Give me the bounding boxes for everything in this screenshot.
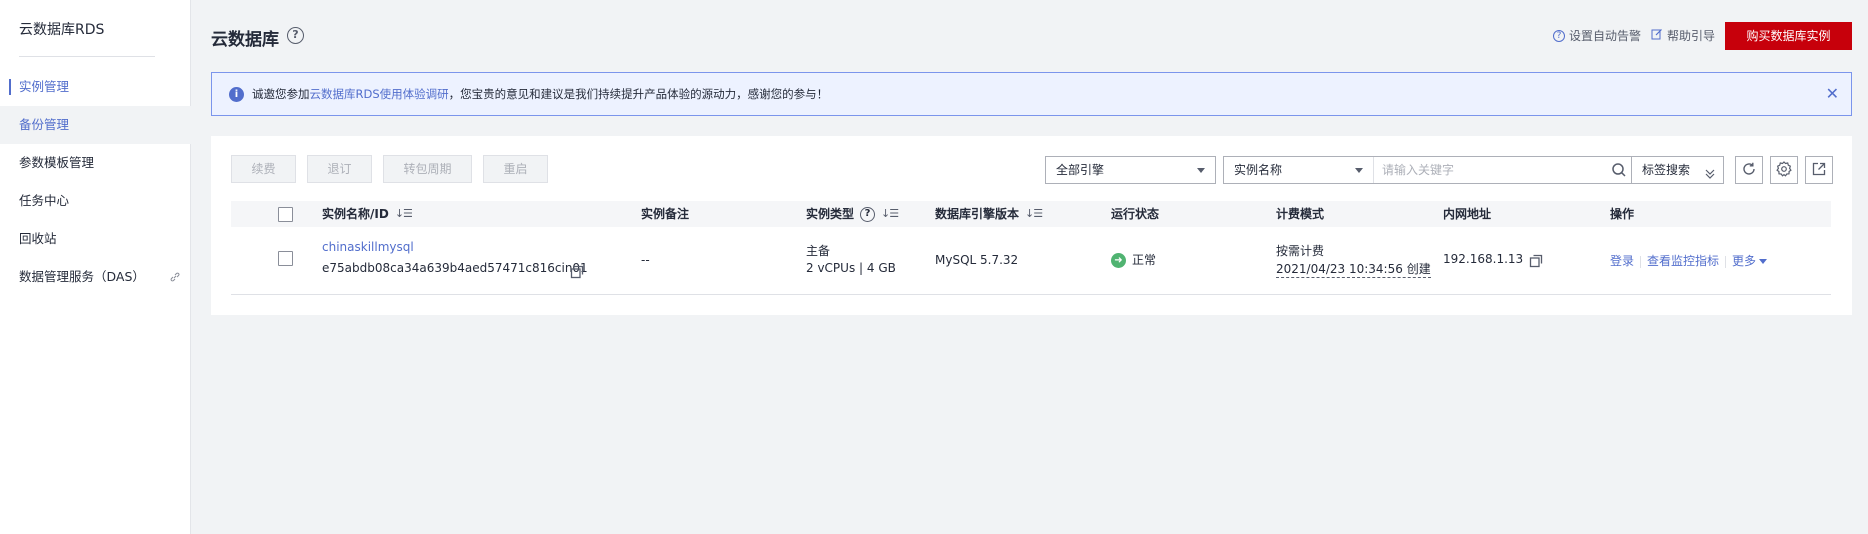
billing-created-text: 2021/04/23 10:34:56 创建 xyxy=(1276,262,1431,278)
col-remark: 实例备注 xyxy=(641,201,689,227)
sidebar-item-task-center[interactable]: 任务中心 xyxy=(0,182,191,220)
refresh-button[interactable] xyxy=(1735,156,1763,184)
search-field-value: 实例名称 xyxy=(1234,163,1283,177)
instance-remark: -- xyxy=(641,253,650,267)
survey-notice: i 诚邀您参加云数据库RDS使用体验调研，您宝贵的意见和建议是我们持续提升产品体… xyxy=(211,72,1852,116)
engine-select[interactable]: 全部引擎 xyxy=(1045,156,1216,184)
caret-down-icon xyxy=(1759,259,1768,264)
billing-created: 2021/04/23 10:34:56 创建 xyxy=(1276,260,1431,278)
search-field-select[interactable]: 实例名称 xyxy=(1224,157,1374,183)
sort-icon[interactable]: ↓☰ xyxy=(1025,201,1043,227)
engine-version: MySQL 5.7.32 xyxy=(935,253,1019,267)
double-chevron-down-icon xyxy=(1705,163,1715,189)
action-divider xyxy=(1725,255,1727,268)
sidebar-item-recycle-bin[interactable]: 回收站 xyxy=(0,220,191,258)
search-input[interactable] xyxy=(1382,160,1602,180)
search-box: 实例名称 xyxy=(1223,156,1636,184)
alarm-settings-link[interactable]: ? 设置自动告警 xyxy=(1553,27,1641,44)
sort-icon[interactable]: ↓☰ xyxy=(395,201,413,227)
col-billing-label: 计费模式 xyxy=(1276,207,1325,221)
unsubscribe-button[interactable]: 退订 xyxy=(307,155,372,183)
col-actions-label: 操作 xyxy=(1610,207,1635,221)
sidebar: 云数据库RDS 实例管理 备份管理 参数模板管理 任务中心 回收站 数据管理服务… xyxy=(0,0,191,534)
renew-button[interactable]: 续费 xyxy=(231,155,296,183)
billing-mode: 按需计费 xyxy=(1276,244,1325,258)
view-monitor-link[interactable]: 查看监控指标 xyxy=(1647,254,1719,268)
row-divider xyxy=(231,294,1831,295)
buy-instance-button[interactable]: 购买数据库实例 xyxy=(1725,22,1852,50)
status-label: 正常 xyxy=(1132,253,1157,267)
col-engine-version: 数据库引擎版本 ↓☰ xyxy=(935,201,1043,227)
row-actions: 登录 查看监控指标 更多 xyxy=(1610,252,1768,269)
to-monthly-button[interactable]: 转包周期 xyxy=(383,155,472,183)
copy-icon[interactable] xyxy=(570,265,584,279)
private-ip: 192.168.1.13 xyxy=(1443,252,1524,266)
notice-suffix: ，您宝贵的意见和建议是我们持续提升产品体验的源动力，感谢您的参与！ xyxy=(448,87,829,101)
tag-search-label: 标签搜索 xyxy=(1642,163,1691,177)
sidebar-item-backups[interactable]: 备份管理 xyxy=(0,106,191,144)
restart-button[interactable]: 重启 xyxy=(483,155,548,183)
external-link-icon xyxy=(170,258,180,296)
sidebar-item-instances[interactable]: 实例管理 xyxy=(0,68,191,106)
instance-type-spec: 2 vCPUs | 4 GB xyxy=(806,261,896,275)
instance-list-panel: 续费 退订 转包周期 重启 全部引擎 实例名称 标签搜索 xyxy=(211,136,1852,315)
select-all-checkbox[interactable] xyxy=(278,207,293,222)
table-header: 实例名称/ID ↓☰ 实例备注 实例类型 ? ↓☰ 数据库引擎版本 ↓☰ 运行状… xyxy=(231,201,1831,227)
alarm-settings-label: 设置自动告警 xyxy=(1569,29,1642,43)
col-private-ip: 内网地址 xyxy=(1443,201,1491,227)
col-name-id-label: 实例名称/ID xyxy=(322,207,389,221)
status-ok-icon: ➜ xyxy=(1111,253,1126,268)
help-guide-link[interactable]: 帮助引导 xyxy=(1651,27,1715,44)
row-checkbox[interactable] xyxy=(278,251,293,266)
more-dropdown[interactable]: 更多 xyxy=(1732,254,1768,268)
close-icon[interactable]: ✕ xyxy=(1826,85,1839,103)
sidebar-item-param-templates[interactable]: 参数模板管理 xyxy=(0,144,191,182)
help-guide-label: 帮助引导 xyxy=(1667,29,1716,43)
engine-select-value: 全部引擎 xyxy=(1056,163,1105,177)
more-label: 更多 xyxy=(1732,254,1757,268)
col-engine-version-label: 数据库引擎版本 xyxy=(935,207,1020,221)
col-billing: 计费模式 xyxy=(1276,201,1324,227)
export-button[interactable] xyxy=(1805,156,1833,184)
gear-icon xyxy=(1776,160,1792,180)
help-icon[interactable]: ? xyxy=(287,27,304,44)
copy-icon[interactable] xyxy=(1529,254,1543,268)
search-icon[interactable] xyxy=(1611,162,1627,178)
action-divider xyxy=(1640,255,1642,268)
refresh-icon xyxy=(1742,162,1756,179)
notice-text: 诚邀您参加云数据库RDS使用体验调研，您宝贵的意见和建议是我们持续提升产品体验的… xyxy=(252,86,828,102)
settings-button[interactable] xyxy=(1770,156,1798,184)
col-type: 实例类型 ? ↓☰ xyxy=(806,201,899,227)
instance-id: e75abdb08ca34a639b4aed57471c816cin01 xyxy=(322,261,588,275)
help-icon[interactable]: ? xyxy=(860,206,876,222)
sidebar-title: 云数据库RDS xyxy=(19,22,105,38)
login-link[interactable]: 登录 xyxy=(1610,254,1634,268)
col-private-ip-label: 内网地址 xyxy=(1443,207,1492,221)
sidebar-item-das-label: 数据管理服务（DAS） xyxy=(19,269,145,284)
sort-icon[interactable]: ↓☰ xyxy=(881,201,899,227)
chevron-down-icon xyxy=(1355,168,1363,173)
col-remark-label: 实例备注 xyxy=(641,207,690,221)
col-status-label: 运行状态 xyxy=(1111,207,1160,221)
status-badge: ➜ 正常 xyxy=(1111,251,1156,268)
col-name-id: 实例名称/ID ↓☰ xyxy=(322,201,413,227)
instance-type-role: 主备 xyxy=(806,244,831,258)
col-status: 运行状态 xyxy=(1111,201,1159,227)
sidebar-item-das[interactable]: 数据管理服务（DAS） xyxy=(0,258,191,296)
info-icon: i xyxy=(229,86,244,102)
survey-link[interactable]: 云数据库RDS使用体验调研 xyxy=(310,87,449,101)
chevron-down-icon xyxy=(1197,168,1205,173)
export-icon xyxy=(1812,162,1826,179)
instance-name-link[interactable]: chinaskillmysql xyxy=(322,240,414,254)
col-type-label: 实例类型 xyxy=(806,207,855,221)
sidebar-divider xyxy=(19,56,155,57)
notice-prefix: 诚邀您参加 xyxy=(252,87,310,101)
page-title: 云数据库 xyxy=(211,30,279,50)
edit-guide-icon xyxy=(1651,28,1663,43)
question-circle-icon: ? xyxy=(1553,29,1565,42)
tag-search-button[interactable]: 标签搜索 xyxy=(1631,156,1724,184)
col-actions: 操作 xyxy=(1610,201,1634,227)
